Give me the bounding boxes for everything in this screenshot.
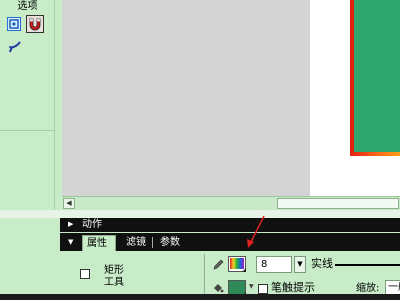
- pencil-icon: [213, 259, 224, 270]
- stroke-width-field[interactable]: [256, 256, 292, 273]
- properties-panel-body: 矩形 工具 ▼ 实线 ▼ 笔触提示 缩放: 一般: [60, 251, 400, 300]
- snap-to-objects-button[interactable]: [7, 17, 21, 31]
- paint-bucket-icon: [214, 284, 224, 293]
- bottom-border: [0, 294, 400, 300]
- expand-arrow-icon[interactable]: ▶: [68, 220, 73, 228]
- red-annotation-arrow: [247, 215, 265, 248]
- options-label: 选项: [17, 1, 38, 12]
- tab-filters[interactable]: 滤镜: [122, 235, 150, 251]
- tool-panel-divider: [0, 130, 55, 131]
- collapse-arrow-icon[interactable]: ▼: [68, 238, 73, 246]
- actions-panel-title: 动作: [82, 219, 102, 230]
- smooth-button[interactable]: [8, 40, 22, 54]
- stroke-hint-checkbox[interactable]: [258, 284, 268, 294]
- tool-panel: 选项: [0, 0, 55, 210]
- stage-pasteboard[interactable]: [62, 0, 310, 196]
- magnet-icon: [29, 18, 41, 31]
- stroke-width-dropdown[interactable]: ▼: [294, 256, 306, 273]
- scroll-left-arrow[interactable]: ◀: [63, 198, 75, 209]
- panel-gap: [0, 210, 400, 218]
- tool-name-line-2: 工具: [104, 277, 124, 288]
- stroke-color-button[interactable]: [228, 256, 246, 272]
- horizontal-scrollbar[interactable]: ◀: [62, 196, 400, 210]
- snap-to-objects-icon: [9, 19, 19, 29]
- stroke-style-label[interactable]: 实线: [311, 257, 333, 271]
- actions-panel-header[interactable]: ▶ 动作: [60, 218, 400, 232]
- smooth-icon: [9, 41, 21, 53]
- tab-parameters[interactable]: 参数: [156, 235, 184, 251]
- fill-color-dropdown-icon[interactable]: ▼: [249, 281, 257, 293]
- stroke-color-swatch: [230, 258, 244, 269]
- tab-separator: [152, 237, 153, 248]
- tab-properties[interactable]: 属性: [82, 235, 116, 251]
- magnet-button[interactable]: [26, 15, 44, 33]
- green-rectangle-shape[interactable]: [350, 0, 400, 156]
- stroke-style-preview[interactable]: [335, 264, 400, 266]
- properties-panel-tabbar: ▼ 属性 滤镜 参数: [60, 233, 400, 251]
- tool-name-label: 矩形 工具: [104, 265, 128, 289]
- rectangle-tool-icon: [80, 269, 90, 279]
- tool-name-line-1: 矩形: [104, 265, 124, 276]
- scroll-thumb[interactable]: [277, 198, 399, 209]
- stroke-hint-label: 笔触提示: [271, 281, 315, 294]
